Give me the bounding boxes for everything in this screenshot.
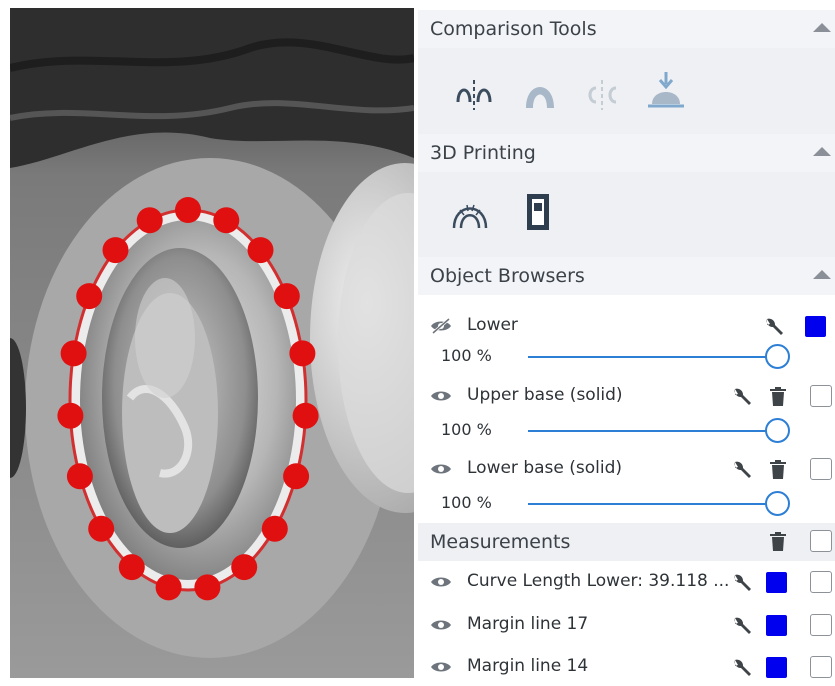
eye-icon[interactable] <box>430 461 452 477</box>
eye-icon[interactable] <box>430 388 452 404</box>
wrench-icon[interactable] <box>731 657 753 679</box>
measurement-row[interactable]: Curve Length Lower: 39.118 ... <box>418 563 835 601</box>
margin-point[interactable] <box>247 237 274 264</box>
margin-point[interactable] <box>88 515 115 542</box>
slider-track[interactable] <box>528 430 776 432</box>
margin-point[interactable] <box>231 554 258 581</box>
margin-point[interactable] <box>136 207 163 234</box>
margin-point[interactable] <box>175 197 201 223</box>
object-row-upper-base[interactable]: Upper base (solid) <box>418 377 835 415</box>
slider-track[interactable] <box>528 503 776 505</box>
object-browsers-title: Object Browsers <box>430 265 585 287</box>
comparison-tools-title: Comparison Tools <box>430 18 597 40</box>
wrench-icon[interactable] <box>731 459 753 481</box>
margin-point[interactable] <box>273 283 300 310</box>
object-row-lower[interactable]: Lower <box>418 307 835 345</box>
comparison-tools-header[interactable]: Comparison Tools <box>418 10 835 48</box>
opacity-slider-lower[interactable]: 100 % <box>418 342 835 372</box>
3d-viewport[interactable] <box>10 8 414 678</box>
measurement-label: Margin line 17 <box>467 614 589 634</box>
measurement-checkbox[interactable] <box>810 614 832 636</box>
collapse-arrow-icon[interactable] <box>813 147 831 156</box>
slider-thumb[interactable] <box>765 418 790 443</box>
trash-icon[interactable] <box>770 532 786 551</box>
trash-icon[interactable] <box>770 460 786 479</box>
trash-icon[interactable] <box>770 387 786 406</box>
3d-printing-row <box>418 172 835 258</box>
object-checkbox[interactable] <box>810 385 832 407</box>
eye-icon[interactable] <box>430 659 452 675</box>
measurements-header[interactable]: Measurements <box>418 523 835 561</box>
3d-printing-header[interactable]: 3D Printing <box>418 134 835 172</box>
wrench-icon[interactable] <box>763 316 785 338</box>
margin-point[interactable] <box>57 402 84 429</box>
opacity-value: 100 % <box>441 420 492 439</box>
object-browsers-header[interactable]: Object Browsers <box>418 257 835 295</box>
margin-point[interactable] <box>283 463 310 490</box>
wrench-icon[interactable] <box>731 615 753 637</box>
color-swatch[interactable] <box>766 657 787 678</box>
collapse-arrow-icon[interactable] <box>813 23 831 32</box>
scan-render <box>10 8 414 678</box>
margin-point[interactable] <box>292 402 319 429</box>
measurement-label: Margin line 14 <box>467 656 589 676</box>
margin-point[interactable] <box>261 515 288 542</box>
margin-point[interactable] <box>66 463 93 490</box>
die-model-icon[interactable] <box>518 192 558 232</box>
object-checkbox[interactable] <box>810 458 832 480</box>
margin-point[interactable] <box>289 340 316 367</box>
measurement-checkbox[interactable] <box>810 571 832 593</box>
mirror-compare-icon[interactable] <box>582 74 622 114</box>
slider-thumb[interactable] <box>765 344 790 369</box>
arch-overlay-icon[interactable] <box>520 74 560 114</box>
measurement-row[interactable]: Margin line 14 <box>418 648 835 686</box>
measurements-checkbox[interactable] <box>810 530 832 552</box>
slider-track[interactable] <box>528 356 776 358</box>
collapse-arrow-icon[interactable] <box>813 270 831 279</box>
wrench-icon[interactable] <box>731 572 753 594</box>
eye-icon[interactable] <box>430 574 452 590</box>
margin-point[interactable] <box>118 554 145 581</box>
opacity-slider-lower-base[interactable]: 100 % <box>418 489 835 519</box>
opacity-value: 100 % <box>441 346 492 365</box>
opacity-value: 100 % <box>441 493 492 512</box>
occlusion-import-icon[interactable] <box>646 70 686 110</box>
eye-icon[interactable] <box>430 617 452 633</box>
object-label: Lower base (solid) <box>467 458 623 478</box>
measurements-title: Measurements <box>430 531 571 553</box>
wrench-icon[interactable] <box>731 386 753 408</box>
slider-thumb[interactable] <box>765 491 790 516</box>
eye-hidden-icon[interactable] <box>430 318 452 334</box>
margin-point[interactable] <box>102 237 129 264</box>
margin-point[interactable] <box>155 574 182 601</box>
color-swatch[interactable] <box>766 615 787 636</box>
object-row-lower-base[interactable]: Lower base (solid) <box>418 450 835 488</box>
object-label: Upper base (solid) <box>467 385 623 405</box>
margin-point[interactable] <box>76 283 103 310</box>
opacity-slider-upper-base[interactable]: 100 % <box>418 416 835 446</box>
margin-point[interactable] <box>213 207 240 234</box>
arch-model-icon[interactable] <box>450 194 490 234</box>
color-swatch[interactable] <box>766 572 787 593</box>
comparison-tools-row <box>418 48 835 134</box>
measurement-checkbox[interactable] <box>810 656 832 678</box>
split-compare-icon[interactable] <box>454 74 494 114</box>
3d-printing-title: 3D Printing <box>430 142 536 164</box>
margin-point[interactable] <box>194 574 221 601</box>
side-panel: Comparison Tools 3D Printing Object Brow… <box>418 0 835 684</box>
measurement-row[interactable]: Margin line 17 <box>418 606 835 644</box>
measurement-label: Curve Length Lower: 39.118 ... <box>467 571 730 591</box>
margin-point[interactable] <box>60 340 87 367</box>
color-swatch[interactable] <box>805 316 826 337</box>
object-label: Lower <box>467 315 518 335</box>
